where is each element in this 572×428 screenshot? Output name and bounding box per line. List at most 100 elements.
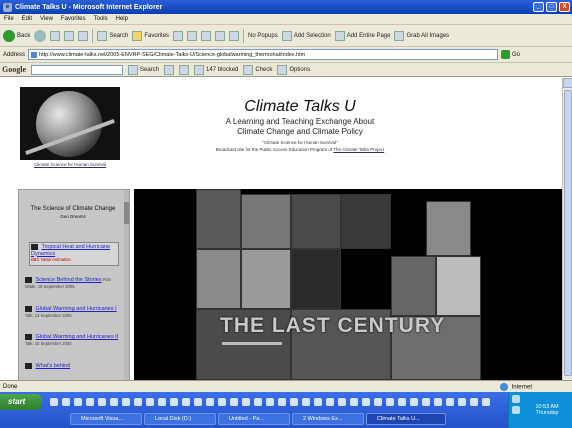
quicklaunch-icon[interactable] (362, 398, 370, 406)
taskbar-button[interactable]: Untitled - Pa... (218, 413, 290, 425)
popup-blocker-button[interactable]: 147 blocked (194, 64, 238, 75)
quicklaunch-icon[interactable] (110, 398, 118, 406)
video-player[interactable]: THE LAST CENTURY (134, 189, 562, 380)
taskbar-button-active[interactable]: Climate Talks U... (366, 413, 446, 425)
no-popups-button[interactable]: No Popups (248, 33, 278, 39)
pagerank-icon[interactable] (179, 64, 190, 75)
add-selection-button[interactable]: Add Selection (281, 30, 331, 41)
window-titlebar[interactable]: e Climate Talks U - Microsoft Internet E… (0, 0, 572, 14)
sidebar-item-link[interactable]: Global Warming and Hurricanes II (36, 334, 119, 340)
close-button[interactable]: X (559, 2, 570, 12)
menu-favorites[interactable]: Favorites (61, 16, 86, 22)
sidebar-scroll-thumb[interactable] (124, 202, 129, 224)
quicklaunch-icon[interactable] (314, 398, 322, 406)
print-icon[interactable] (201, 30, 212, 41)
quicklaunch-icon[interactable] (146, 398, 154, 406)
menu-tools[interactable]: Tools (94, 16, 108, 22)
quicklaunch-icon[interactable] (290, 398, 298, 406)
taskbar-button[interactable]: 2 Windows Ex... (292, 413, 364, 425)
maximize-button[interactable]: □ (546, 2, 557, 12)
quicklaunch-icon[interactable] (302, 398, 310, 406)
refresh-icon[interactable] (64, 30, 75, 41)
menu-edit[interactable]: Edit (22, 16, 32, 22)
menu-file[interactable]: File (4, 16, 14, 22)
go-button[interactable]: Go (501, 50, 520, 59)
quicklaunch-icon[interactable] (50, 398, 58, 406)
news-icon[interactable] (164, 64, 175, 75)
climate-talks-project-link[interactable]: The Climate Talks Project (333, 147, 384, 152)
page-scrollbar[interactable] (562, 78, 572, 380)
quicklaunch-icon[interactable] (374, 398, 382, 406)
scroll-up-arrow-icon[interactable] (563, 78, 572, 88)
favorites-button[interactable]: Favorites (132, 30, 169, 41)
add-entire-page-button[interactable]: Add Entire Page (334, 30, 390, 41)
sidebar-scrollbar[interactable] (124, 190, 129, 380)
sidebar-item-link[interactable]: Tropical Heat and Hurricane Dynamics (31, 244, 110, 257)
stop-icon[interactable] (50, 30, 61, 41)
quicklaunch-icon[interactable] (254, 398, 262, 406)
back-button[interactable]: Back (3, 29, 30, 42)
quicklaunch-icon[interactable] (446, 398, 454, 406)
quicklaunch-icon[interactable] (158, 398, 166, 406)
quicklaunch-icon[interactable] (194, 398, 202, 406)
quicklaunch-icon[interactable] (230, 398, 238, 406)
sidebar-item-link[interactable]: What's behind (36, 363, 71, 369)
quicklaunch-icon[interactable] (170, 398, 178, 406)
quicklaunch-icon[interactable] (470, 398, 478, 406)
sidebar-item-link[interactable]: Global Warming and Hurricanes I (36, 306, 117, 312)
start-button[interactable]: start (0, 394, 42, 410)
quicklaunch-icon[interactable] (398, 398, 406, 406)
spell-check-button[interactable]: Check (243, 64, 272, 75)
quicklaunch-icon[interactable] (86, 398, 94, 406)
grab-images-button[interactable]: Grab All Images (394, 30, 449, 41)
history-icon[interactable] (173, 30, 184, 41)
quicklaunch-icon[interactable] (326, 398, 334, 406)
page-scroll-thumb[interactable] (564, 90, 572, 376)
quicklaunch-icon[interactable] (386, 398, 394, 406)
quicklaunch-icon[interactable] (62, 398, 70, 406)
sidebar-item[interactable]: Global Warming and Hurricanes I Talk, 14… (25, 306, 123, 319)
quicklaunch-icon[interactable] (458, 398, 466, 406)
edit-icon[interactable] (215, 30, 226, 41)
tray-icon[interactable] (512, 406, 520, 414)
quicklaunch-icon[interactable] (338, 398, 346, 406)
quicklaunch-icon[interactable] (266, 398, 274, 406)
quicklaunch-icon[interactable] (74, 398, 82, 406)
google-options-button[interactable]: Options (277, 64, 310, 75)
minimize-button[interactable]: _ (533, 2, 544, 12)
quicklaunch-icon[interactable] (206, 398, 214, 406)
mail-icon[interactable] (187, 30, 198, 41)
quicklaunch-icon[interactable] (434, 398, 442, 406)
taskbar-button[interactable]: Microsoft Visua... (70, 413, 142, 425)
home-icon[interactable] (78, 30, 89, 41)
quicklaunch-icon[interactable] (278, 398, 286, 406)
sidebar-item[interactable]: Tropical Heat and Hurricane Dynamics BBC… (29, 242, 119, 266)
taskbar-button[interactable]: Local Disk (D:) (144, 413, 216, 425)
globe-caption-link[interactable]: Climate Science for Human Survival (14, 162, 126, 167)
messenger-icon[interactable] (229, 30, 240, 41)
google-search-input[interactable] (31, 64, 123, 75)
quicklaunch-icon[interactable] (218, 398, 226, 406)
google-search-button[interactable]: Search (128, 64, 159, 75)
sidebar-item[interactable]: Global Warming and Hurricanes II Talk, 1… (25, 334, 123, 347)
quicklaunch-icon[interactable] (422, 398, 430, 406)
quicklaunch-icon[interactable] (410, 398, 418, 406)
quicklaunch-icon[interactable] (242, 398, 250, 406)
sidebar-item[interactable]: What's behind (25, 363, 123, 370)
quicklaunch-icon[interactable] (482, 398, 490, 406)
forward-arrow-icon[interactable] (34, 29, 47, 42)
quicklaunch-icon[interactable] (122, 398, 130, 406)
quicklaunch-icon[interactable] (350, 398, 358, 406)
clock[interactable]: 10:53 AM Thursday (527, 404, 567, 416)
menu-view[interactable]: View (40, 16, 53, 22)
quicklaunch-icon[interactable] (98, 398, 106, 406)
sidebar-item-link[interactable]: Science Behind the Stories (36, 277, 102, 283)
sidebar-item[interactable]: Science Behind the Stories Rob Wilde, 18… (25, 277, 123, 290)
menu-help[interactable]: Help (116, 16, 128, 22)
quicklaunch-icon[interactable] (134, 398, 142, 406)
address-input[interactable]: http://www.climate-talks.net/2005-ENVRP-… (28, 49, 499, 60)
google-logo[interactable]: Google (2, 65, 26, 74)
tray-icon[interactable] (512, 395, 520, 403)
search-button[interactable]: Search (97, 30, 128, 41)
quicklaunch-icon[interactable] (182, 398, 190, 406)
